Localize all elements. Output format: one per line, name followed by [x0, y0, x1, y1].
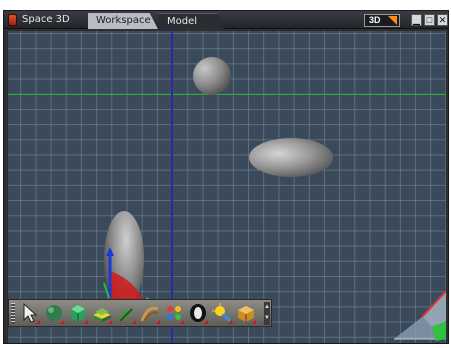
- terrain-tool-icon[interactable]: [91, 301, 113, 325]
- box-tool-icon[interactable]: [235, 301, 257, 325]
- sphere-tool-icon[interactable]: [43, 301, 65, 325]
- maximize-icon[interactable]: □: [424, 14, 435, 26]
- app-icon: [8, 14, 17, 26]
- y-axis-line: [171, 31, 173, 343]
- space-3d-window: Space 3D Workspace Model 3D ▁ □ ✕ ▲ ▼: [3, 10, 449, 344]
- particles-tool-icon[interactable]: [163, 301, 185, 325]
- title-bar[interactable]: Space 3D Workspace Model 3D ▁ □ ✕: [4, 11, 448, 29]
- cube-tool-icon[interactable]: [67, 301, 89, 325]
- navigation-cube-icon[interactable]: [392, 287, 446, 343]
- horizontal-ellipsoid-object[interactable]: [249, 138, 333, 177]
- torus-tool-icon[interactable]: [187, 301, 209, 325]
- window-title: Space 3D: [22, 14, 70, 25]
- select-arrow-icon[interactable]: [19, 301, 41, 325]
- gizmo-y-arrow-icon: [106, 247, 114, 256]
- view-mode-arrow-icon: [388, 16, 397, 25]
- view-mode-button[interactable]: 3D: [364, 14, 400, 27]
- plant-tool-icon[interactable]: [115, 301, 137, 325]
- light-tool-icon[interactable]: [211, 301, 233, 325]
- shape-tool-icon[interactable]: [139, 301, 161, 325]
- tab-workspace[interactable]: Workspace: [88, 13, 158, 29]
- close-icon[interactable]: ✕: [437, 14, 448, 26]
- object-toolbar: ▲ ▼: [8, 299, 272, 327]
- sphere-object[interactable]: [193, 57, 231, 95]
- view-mode-label: 3D: [369, 15, 381, 25]
- minimize-icon[interactable]: ▁: [411, 14, 422, 26]
- toolbar-scroll-arrows-icon[interactable]: ▲ ▼: [264, 302, 270, 325]
- tab-model[interactable]: Model: [159, 13, 225, 29]
- toolbar-grip[interactable]: [11, 303, 15, 324]
- 3d-viewport[interactable]: [8, 31, 446, 343]
- x-axis-line: [8, 94, 446, 95]
